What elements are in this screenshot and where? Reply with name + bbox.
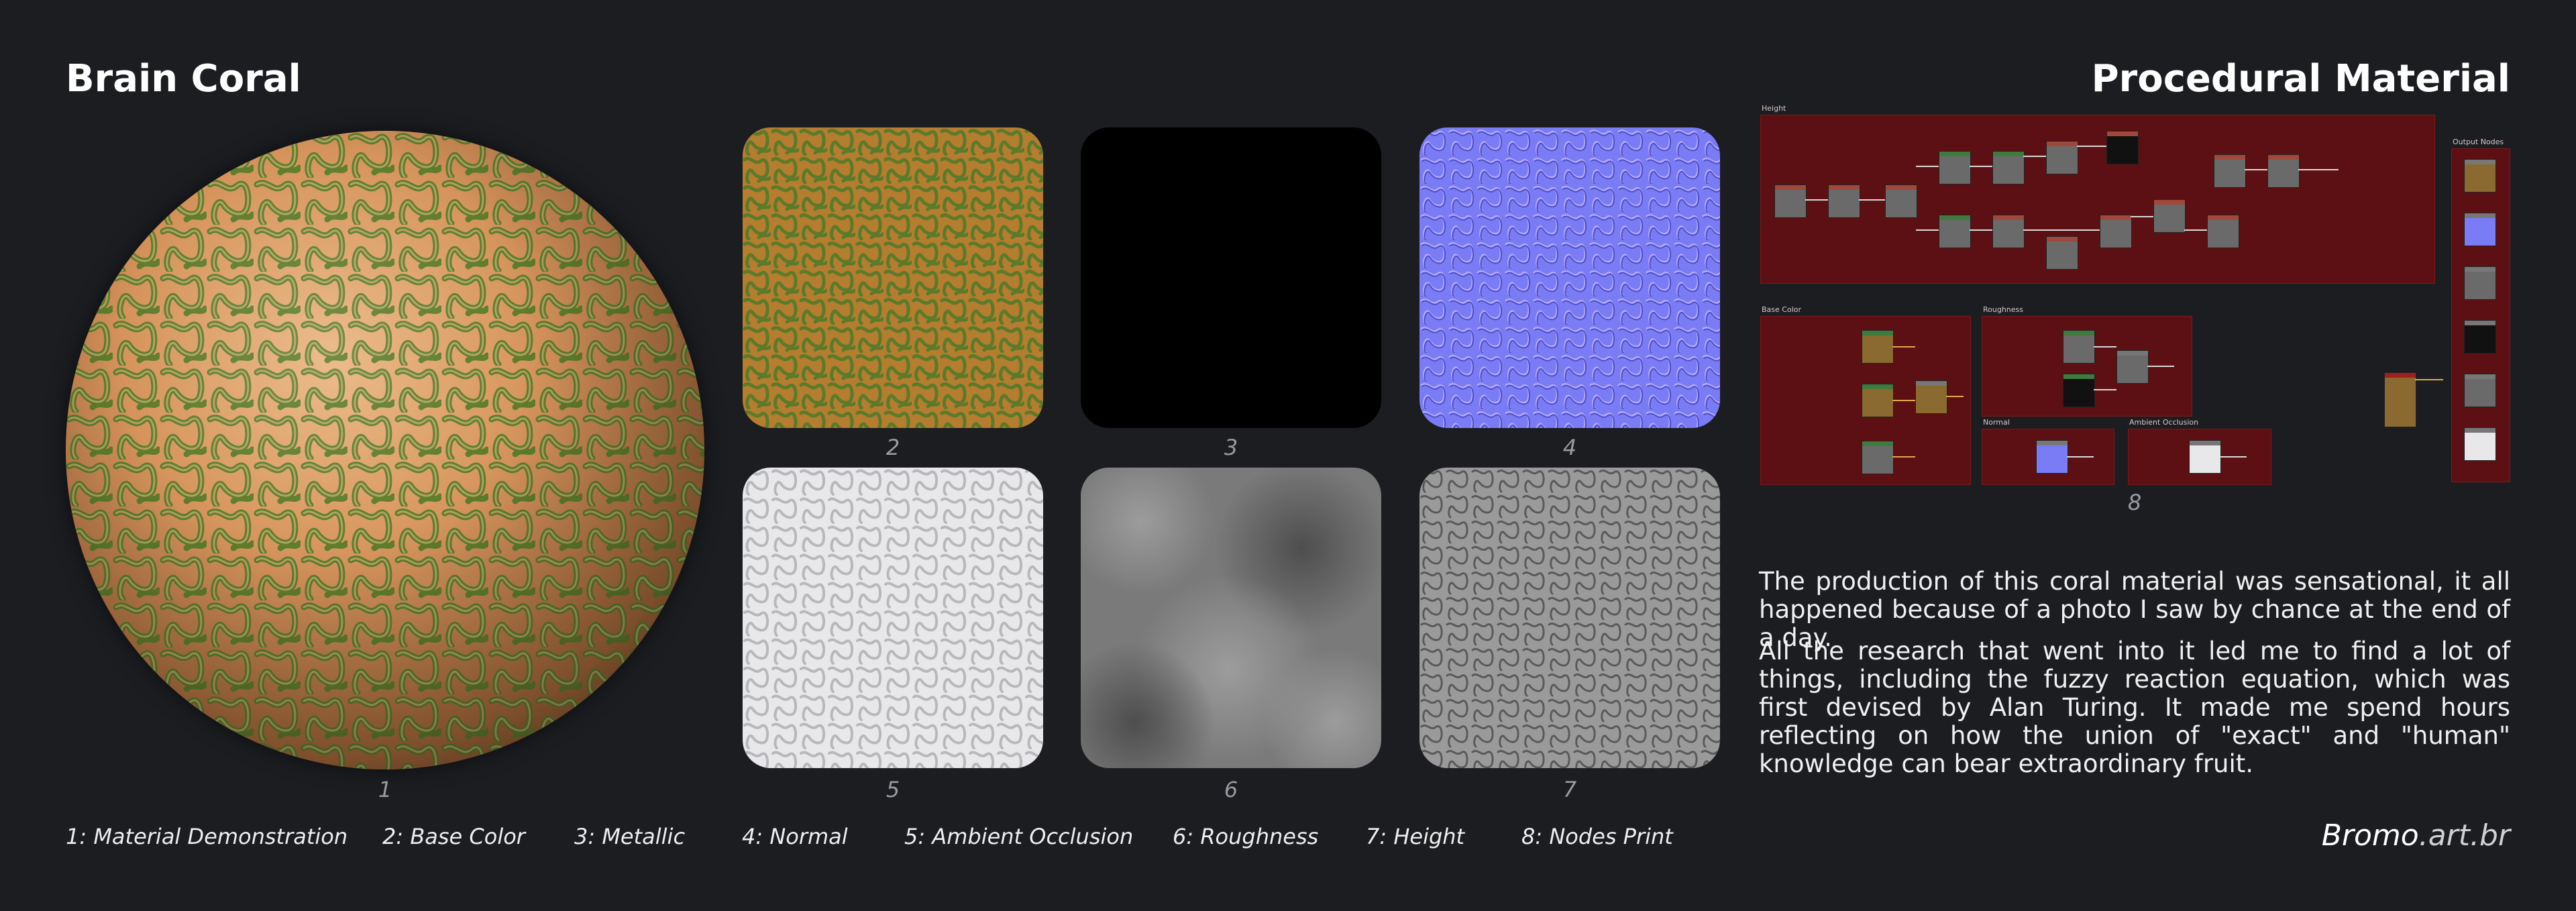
caption-nodes-print: 8: Nodes Print	[1521, 824, 1673, 849]
roughness-panel	[1982, 316, 2192, 417]
tile-number: 1	[378, 777, 392, 802]
description-paragraph-2: All the research that went into it led m…	[1759, 637, 2510, 778]
tile-number: 3	[1224, 435, 1238, 460]
roughness-panel-label: Roughness	[1983, 305, 2024, 314]
caption-roughness: 6: Roughness	[1173, 824, 1319, 849]
ambient-occlusion-panel	[2128, 429, 2271, 485]
tile-number: 6	[1224, 777, 1238, 802]
tile-number: 4	[1562, 435, 1577, 460]
caption-normal: 4: Normal	[742, 824, 848, 849]
caption-base-color: 2: Base Color	[382, 824, 525, 849]
ambient-occlusion-tile	[743, 468, 1043, 768]
ambient-occlusion-panel-label: Ambient Occlusion	[2129, 418, 2199, 427]
output-nodes-label: Output Nodes	[2453, 138, 2504, 146]
normal-tile	[1419, 127, 1720, 428]
base-color-panel-label: Base Color	[1762, 305, 1802, 314]
caption-metallic: 3: Metallic	[574, 824, 686, 849]
nodes-print: Height Base Color Roughness Normal Ambie…	[1759, 104, 2510, 486]
section-title: Procedural Material	[2091, 57, 2510, 101]
base-color-panel	[1760, 316, 1971, 485]
tile-number: 8	[2127, 490, 2142, 515]
base-color-tile	[743, 127, 1043, 428]
output-nodes-panel	[2451, 148, 2510, 482]
normal-panel	[1982, 429, 2114, 485]
height-panel	[1760, 115, 2435, 284]
page-title: Brain Coral	[66, 57, 301, 101]
height-panel-label: Height	[1762, 104, 1786, 113]
brand-main: Bromo	[2321, 818, 2419, 853]
metallic-tile	[1081, 127, 1381, 428]
roughness-tile	[1081, 468, 1381, 768]
material-node	[2384, 372, 2416, 427]
normal-panel-label: Normal	[1983, 418, 2010, 427]
tile-number: 7	[1562, 777, 1577, 802]
height-tile	[1419, 468, 1720, 768]
material-sphere	[66, 131, 704, 769]
caption-material-demonstration: 1: Material Demonstration	[66, 824, 348, 849]
caption-ambient-occlusion: 5: Ambient Occlusion	[904, 824, 1134, 849]
caption-height: 7: Height	[1366, 824, 1465, 849]
brand-suffix: .art.br	[2418, 818, 2510, 853]
tile-number: 2	[885, 435, 900, 460]
tile-number: 5	[885, 777, 900, 802]
brand-logo[interactable]: Bromo.art.br	[2322, 818, 2510, 853]
